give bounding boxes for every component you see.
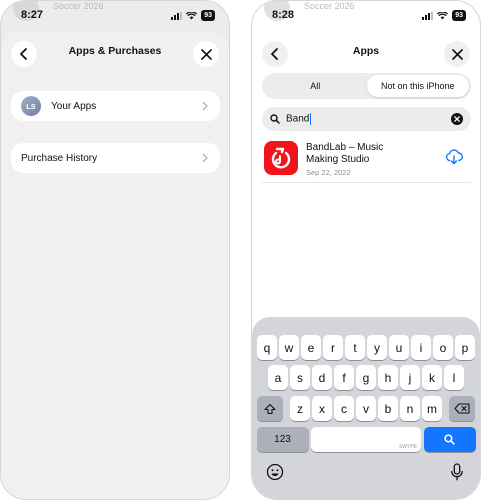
segment-all[interactable]: All <box>264 75 367 97</box>
key-g[interactable]: g <box>356 365 376 390</box>
space-sublabel: SWYPE <box>398 444 417 450</box>
status-time: 8:28 <box>272 9 295 21</box>
key-d[interactable]: d <box>312 365 332 390</box>
app-result-row[interactable]: BandLab – Music Making Studio Sep 22, 20… <box>262 139 471 183</box>
wifi-icon <box>437 11 449 19</box>
wifi-icon <box>186 11 198 19</box>
close-icon <box>451 48 463 60</box>
your-apps-label: Your Apps <box>51 100 97 112</box>
chevron-right-icon <box>202 101 208 111</box>
keyboard-row-3: zxcvbnm <box>252 396 480 421</box>
key-m[interactable]: m <box>422 396 442 421</box>
key-y[interactable]: y <box>367 335 387 360</box>
key-f[interactable]: f <box>334 365 354 390</box>
key-v[interactable]: v <box>356 396 376 421</box>
segmented-control: All Not on this iPhone <box>262 73 471 99</box>
apps-purchases-sheet: Apps & Purchases LS Your Apps Purchase H… <box>1 31 229 499</box>
chevron-right-icon <box>202 153 208 163</box>
battery-indicator: 93 <box>452 10 466 21</box>
signal-icon <box>422 11 434 20</box>
battery-indicator: 93 <box>201 10 215 21</box>
cloud-download-icon[interactable] <box>445 149 463 165</box>
search-icon <box>444 434 455 445</box>
key-h[interactable]: h <box>378 365 398 390</box>
apps-sheet: Apps All Not on this iPhone Band BandLab… <box>252 31 480 499</box>
key-k[interactable]: k <box>422 365 442 390</box>
keyboard-accessory-bar <box>252 457 480 491</box>
key-r[interactable]: r <box>323 335 343 360</box>
space-key[interactable]: SWYPE <box>311 427 421 452</box>
text-caret <box>310 113 312 125</box>
key-e[interactable]: e <box>301 335 321 360</box>
delete-icon <box>454 403 470 414</box>
search-query: Band <box>286 113 310 125</box>
keyboard-row-2: asdfghjkl <box>252 365 480 390</box>
key-z[interactable]: z <box>290 396 310 421</box>
key-l[interactable]: l <box>444 365 464 390</box>
key-o[interactable]: o <box>433 335 453 360</box>
search-key[interactable] <box>423 427 476 452</box>
key-p[interactable]: p <box>455 335 475 360</box>
bandlab-logo-icon <box>264 141 298 175</box>
status-icons: 93 <box>171 10 215 21</box>
keyboard-row-1: qwertyuiop <box>252 335 480 360</box>
key-s[interactable]: s <box>290 365 310 390</box>
emoji-icon[interactable] <box>266 463 284 481</box>
background-text: Soccer 2026 <box>53 1 104 11</box>
key-b[interactable]: b <box>378 396 398 421</box>
close-button[interactable] <box>193 41 219 67</box>
key-n[interactable]: n <box>400 396 420 421</box>
microphone-icon[interactable] <box>450 463 464 481</box>
status-bar: Soccer 2026 8:27 93 <box>1 1 229 29</box>
key-a[interactable]: a <box>268 365 288 390</box>
key-j[interactable]: j <box>400 365 420 390</box>
signal-icon <box>171 11 183 20</box>
delete-key[interactable] <box>449 396 476 421</box>
background-text: Soccer 2026 <box>304 1 355 11</box>
shift-key[interactable] <box>256 396 283 421</box>
phone-screen-apps-purchases: Soccer 2026 8:27 93 Apps & Purchases LS … <box>0 0 230 500</box>
clear-icon[interactable] <box>451 113 463 125</box>
key-i[interactable]: i <box>411 335 431 360</box>
keyboard: qwertyuiop asdfghjkl zxcvbnm 123 SWYPE <box>252 317 480 499</box>
search-icon <box>270 114 280 124</box>
key-u[interactable]: u <box>389 335 409 360</box>
app-name-line1: BandLab – Music <box>306 142 384 153</box>
status-time: 8:27 <box>21 9 44 21</box>
key-c[interactable]: c <box>334 396 354 421</box>
app-name: BandLab – Music Making Studio <box>306 142 406 166</box>
key-x[interactable]: x <box>312 396 332 421</box>
status-bar: Soccer 2026 8:28 93 <box>252 1 480 29</box>
segment-not-on-this-iphone[interactable]: Not on this iPhone <box>366 75 469 97</box>
key-t[interactable]: t <box>345 335 365 360</box>
purchase-date: Sep 22, 2022 <box>306 168 351 177</box>
search-field[interactable]: Band <box>262 107 471 131</box>
phone-screen-apps-search: Soccer 2026 8:28 93 Apps All Not on this… <box>251 0 481 500</box>
close-button[interactable] <box>444 41 470 67</box>
numbers-key[interactable]: 123 <box>256 427 309 452</box>
keyboard-row-4: 123 SWYPE <box>252 427 480 452</box>
purchase-history-row[interactable]: Purchase History <box>11 143 220 173</box>
shift-icon <box>264 403 276 414</box>
app-name-line2: Making Studio <box>306 154 370 165</box>
your-apps-row[interactable]: LS Your Apps <box>11 91 220 121</box>
close-icon <box>200 48 212 60</box>
key-q[interactable]: q <box>257 335 277 360</box>
status-icons: 93 <box>422 10 466 21</box>
purchase-history-label: Purchase History <box>21 152 98 164</box>
key-w[interactable]: w <box>279 335 299 360</box>
avatar: LS <box>21 96 41 116</box>
